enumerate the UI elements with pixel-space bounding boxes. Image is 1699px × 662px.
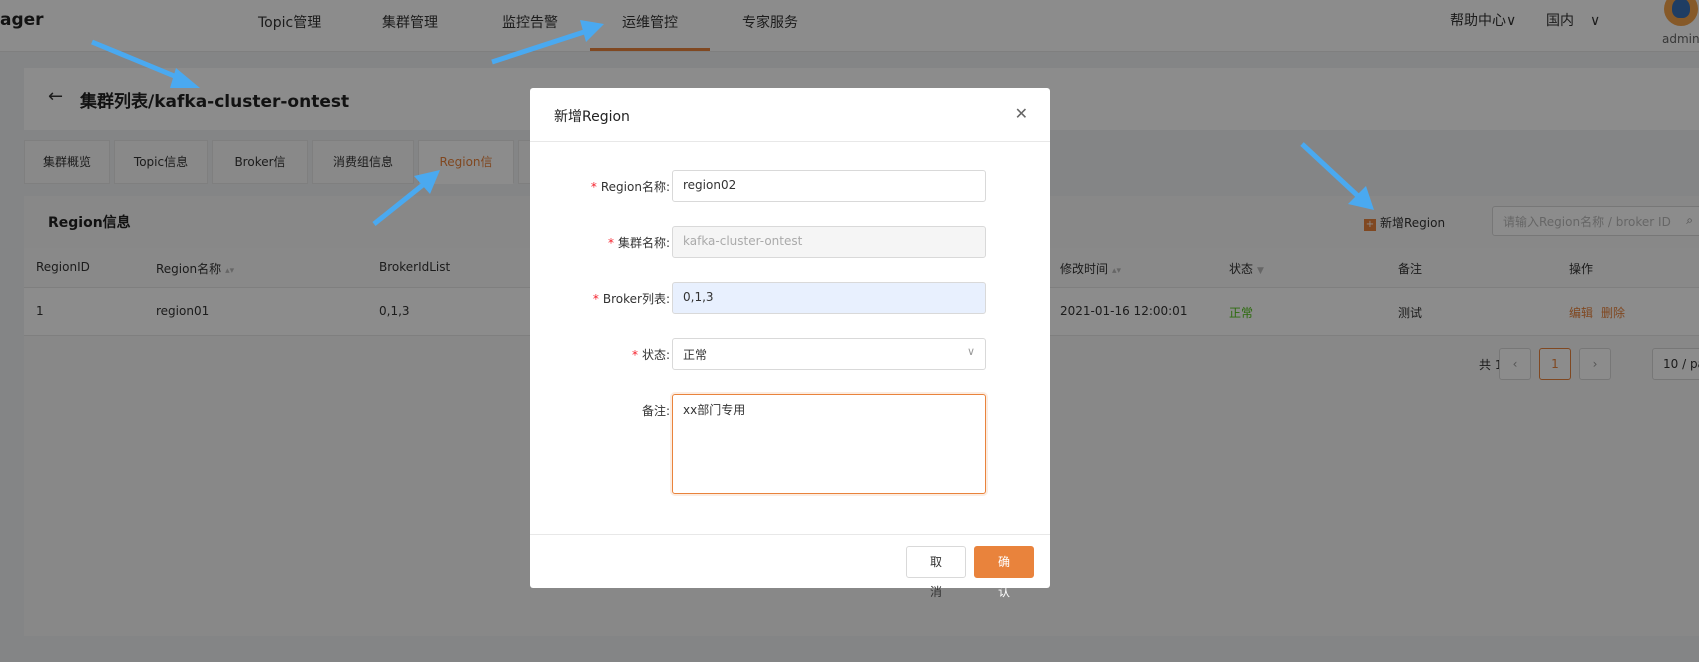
- cancel-button[interactable]: 取 消: [906, 546, 966, 599]
- add-region-modal: 新增Region ✕ * Region名称: region02 * 集群名称: ka…: [530, 88, 1050, 599]
- cluster-name-input: kafka-cluster-ontest: [672, 226, 986, 258]
- broker-list-label: * Broker列表:: [592, 292, 670, 306]
- confirm-button[interactable]: 确 认: [974, 546, 1034, 599]
- status-label: * 状态:: [631, 348, 670, 362]
- modal-footer: 取 消 确 认: [530, 534, 1050, 599]
- modal-header: 新增Region ✕: [530, 88, 1050, 142]
- cluster-name-label: * 集群名称:: [607, 236, 670, 250]
- note-label: 备注:: [641, 404, 670, 418]
- status-select[interactable]: 正常 ∨: [672, 338, 986, 370]
- status-select-value: 正常: [683, 348, 708, 362]
- note-textarea[interactable]: xx部门专用: [672, 394, 986, 494]
- modal-title: 新增Region: [554, 109, 630, 125]
- broker-list-input[interactable]: 0,1,3: [672, 282, 986, 314]
- close-icon[interactable]: ✕: [1015, 104, 1028, 123]
- region-name-input[interactable]: region02: [672, 170, 986, 202]
- chevron-down-icon: ∨: [966, 345, 975, 358]
- region-name-label: * Region名称:: [590, 180, 670, 194]
